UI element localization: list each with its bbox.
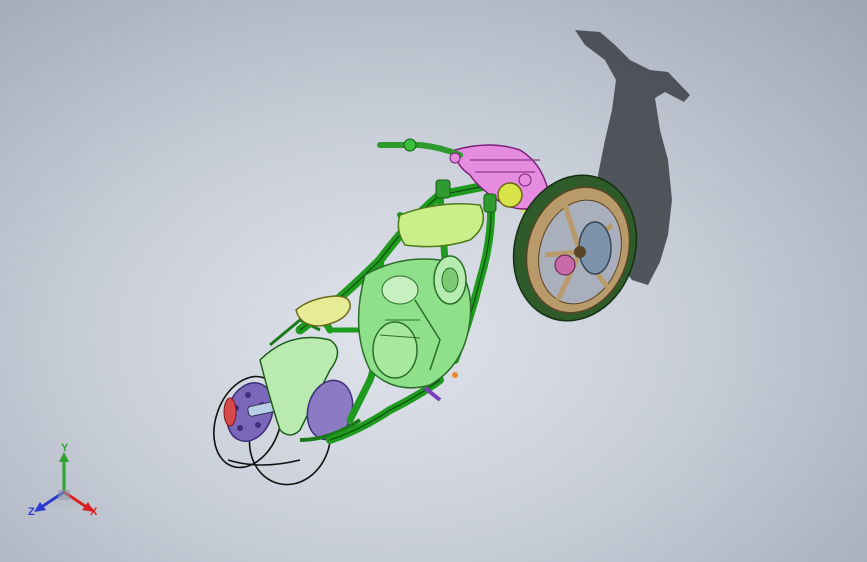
fuel-tank[interactable] [397,203,485,248]
seat[interactable] [295,295,351,327]
triad-z-label: Z [28,506,35,518]
engine[interactable] [357,255,472,389]
graphics-viewport[interactable]: Y X Z [0,0,867,562]
coordinate-triad: Y X Z [24,442,108,528]
model-scene[interactable] [0,0,867,562]
triad-y-label: Y [61,442,69,454]
triad-x-label: X [90,506,98,518]
rear-swingarm[interactable] [259,318,362,445]
